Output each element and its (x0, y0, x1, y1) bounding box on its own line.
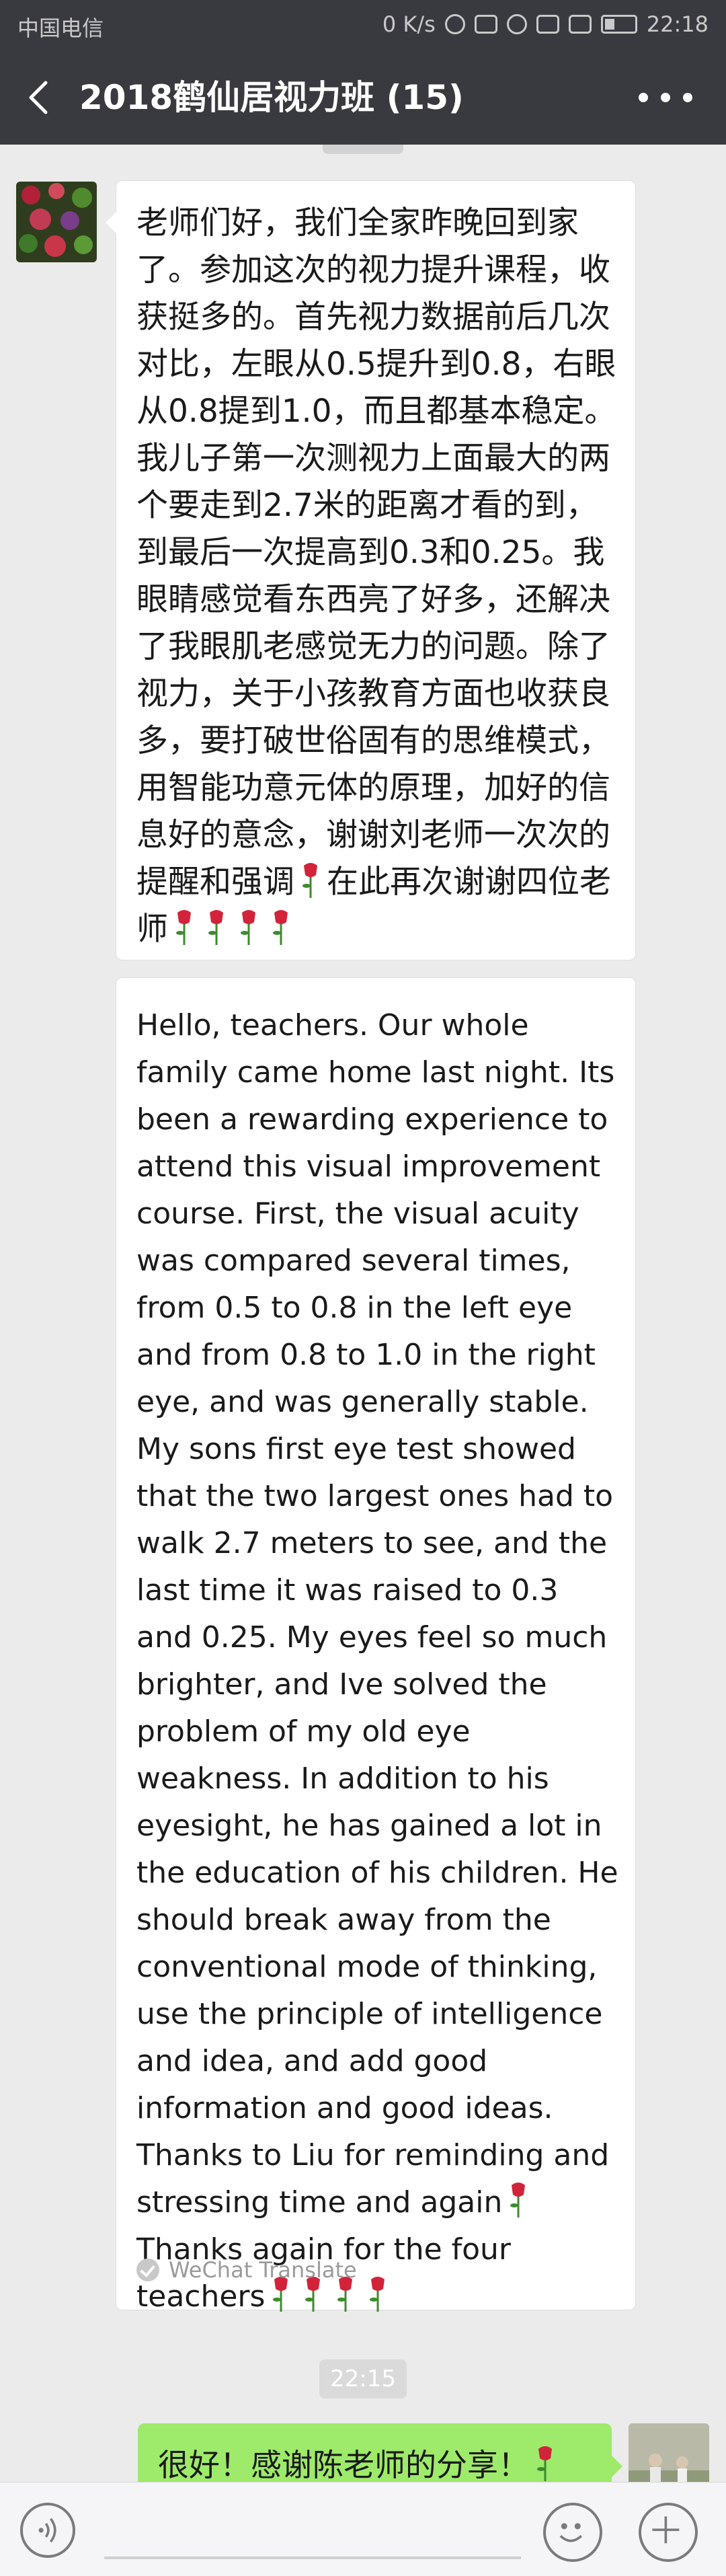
carrier-label: 中国电信 (17, 15, 104, 41)
previous-message-edge (323, 145, 403, 154)
rose-emoji-icon (536, 2445, 555, 2483)
signal-icon (568, 15, 592, 34)
alarm-icon (506, 14, 527, 34)
translate-label: WeChat Translate (169, 2257, 357, 2283)
voice-icon[interactable] (20, 2503, 75, 2558)
message-bubble-chinese[interactable]: 老师们好，我们全家昨晚回到家了。参加这次的视力提升课程，收获挺多的。首先视力数据… (106, 180, 636, 960)
message-text-self: 很好！感谢陈老师的分享！ (158, 2447, 529, 2483)
timestamp: 22:15 (319, 2359, 407, 2398)
rose-emoji-icon (175, 909, 194, 946)
check-icon (136, 2259, 159, 2281)
message-bubble-translation[interactable]: Hello, teachers. Our whole family came h… (116, 977, 636, 2314)
message-text-chinese: 老师们好，我们全家昨晚回到家了。参加这次的视力提升课程，收获挺多的。首先视力数据… (136, 204, 616, 901)
rose-emoji-icon (509, 2181, 528, 2219)
input-bar (0, 2482, 726, 2576)
wifi-icon (536, 15, 559, 34)
network-speed: 0 K/s (382, 11, 436, 37)
vibrate-icon (474, 15, 497, 34)
rose-emoji-icon (239, 909, 258, 946)
chat-header: 2018鹤仙居视力班 (15) (0, 50, 726, 145)
more-dots-icon[interactable] (639, 84, 692, 111)
message-text-english: Hello, teachers. Our whole family came h… (136, 1008, 618, 2220)
clock: 22:18 (646, 11, 709, 37)
battery-icon (600, 15, 637, 34)
rose-emoji-icon (207, 909, 226, 946)
hd-icon (444, 14, 465, 34)
status-bar: 中国电信 0 K/s 22:18 (0, 0, 726, 50)
back-arrow-icon[interactable] (20, 77, 61, 118)
translate-label-row: WeChat Translate (136, 2246, 357, 2294)
message-input[interactable] (104, 2556, 521, 2559)
emoji-icon[interactable] (543, 2503, 602, 2562)
plus-icon[interactable] (639, 2503, 698, 2562)
chat-title: 2018鹤仙居视力班 (15) (79, 78, 464, 117)
rose-emoji-icon (368, 2275, 387, 2313)
rose-emoji-icon (272, 909, 290, 946)
avatar[interactable] (16, 182, 97, 262)
rose-emoji-icon (301, 862, 320, 899)
status-icons: 0 K/s 22:18 (382, 11, 709, 37)
